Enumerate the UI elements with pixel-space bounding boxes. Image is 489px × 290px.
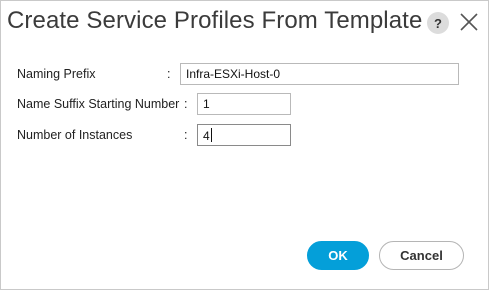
num-instances-input[interactable]: 4	[197, 124, 291, 146]
close-icon[interactable]	[458, 11, 480, 33]
ok-button[interactable]: OK	[307, 241, 369, 270]
cancel-button[interactable]: Cancel	[379, 241, 464, 270]
name-suffix-start-label: Name Suffix Starting Number	[17, 97, 180, 111]
num-instances-value: 4	[203, 129, 210, 143]
naming-prefix-colon: :	[167, 67, 171, 81]
text-caret	[210, 128, 212, 142]
num-instances-colon: :	[184, 128, 188, 142]
help-icon[interactable]: ?	[427, 12, 449, 34]
create-service-profiles-dialog: Create Service Profiles From Template ? …	[0, 0, 489, 290]
name-suffix-start-colon: :	[184, 97, 188, 111]
naming-prefix-input[interactable]: Infra-ESXi-Host-0	[180, 63, 459, 85]
naming-prefix-label: Naming Prefix	[17, 67, 96, 81]
name-suffix-start-input[interactable]: 1	[197, 93, 291, 115]
dialog-title: Create Service Profiles From Template	[7, 7, 423, 34]
num-instances-label: Number of Instances	[17, 128, 133, 142]
